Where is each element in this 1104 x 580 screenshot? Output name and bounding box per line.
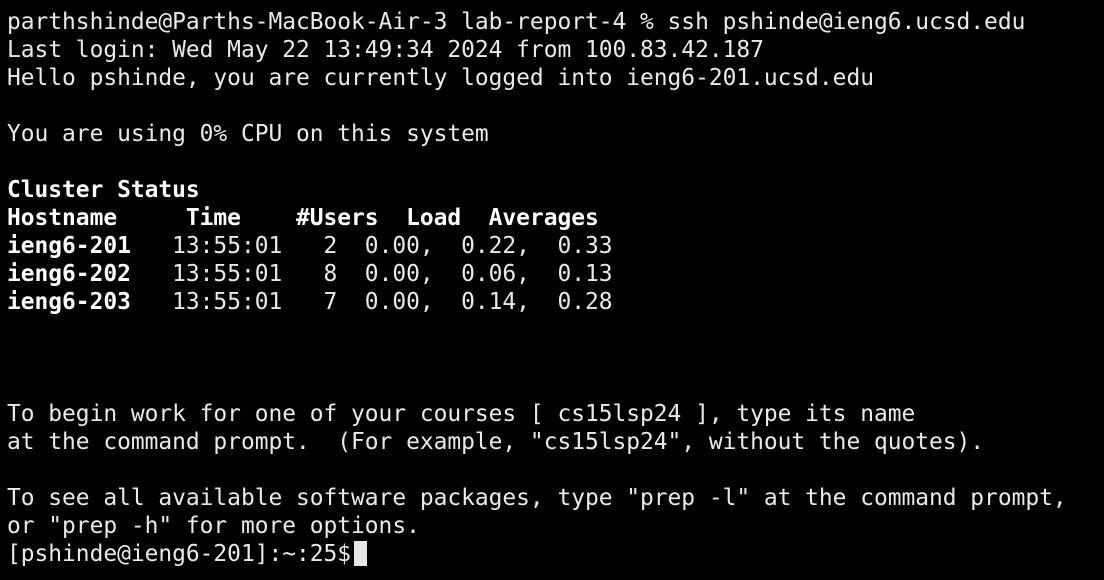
terminal-line-cpu-usage: You are using 0% CPU on this system xyxy=(7,121,489,147)
command-prompt-line[interactable]: [pshinde@ieng6-201]:~:25$ xyxy=(7,540,1104,568)
shell-prompt: [pshinde@ieng6-201]:~:25$ xyxy=(7,541,352,567)
text-cursor xyxy=(354,541,368,566)
terminal-window[interactable]: parthshinde@Parths-MacBook-Air-3 lab-rep… xyxy=(0,0,1104,580)
terminal-line-ssh-command: parthshinde@Parths-MacBook-Air-3 lab-rep… xyxy=(7,9,1026,35)
cluster-stats-cell: 13:55:01 7 0.00, 0.14, 0.28 xyxy=(130,289,613,315)
hostname-cell: ieng6-201 xyxy=(7,233,131,259)
cluster-stats-cell: 13:55:01 2 0.00, 0.22, 0.33 xyxy=(130,233,613,259)
cluster-stats-cell: 13:55:01 8 0.00, 0.06, 0.13 xyxy=(130,261,613,287)
cluster-status-heading: Cluster Status xyxy=(7,177,200,203)
terminal-line-last-login: Last login: Wed May 22 13:49:34 2024 fro… xyxy=(7,37,764,63)
hostname-cell: ieng6-202 xyxy=(7,261,131,287)
terminal-line-hello: Hello pshinde, you are currently logged … xyxy=(7,65,874,91)
cluster-status-header-row: Hostname Time #Users Load Averages xyxy=(7,205,599,231)
cluster-status-row: ieng6-202 13:55:01 8 0.00, 0.06, 0.13 xyxy=(7,260,1104,288)
cluster-status-row: ieng6-201 13:55:01 2 0.00, 0.22, 0.33 xyxy=(7,232,1104,260)
terminal-line-prep-instructions: To see all available software packages, … xyxy=(7,485,1067,511)
hostname-cell: ieng6-203 xyxy=(7,289,131,315)
terminal-line-course-instructions: To begin work for one of your courses [ … xyxy=(7,401,916,427)
terminal-line-course-example: at the command prompt. (For example, "cs… xyxy=(7,429,985,455)
cluster-status-row: ieng6-203 13:55:01 7 0.00, 0.14, 0.28 xyxy=(7,288,1104,316)
terminal-line-prep-options: or "prep -h" for more options. xyxy=(7,513,420,539)
